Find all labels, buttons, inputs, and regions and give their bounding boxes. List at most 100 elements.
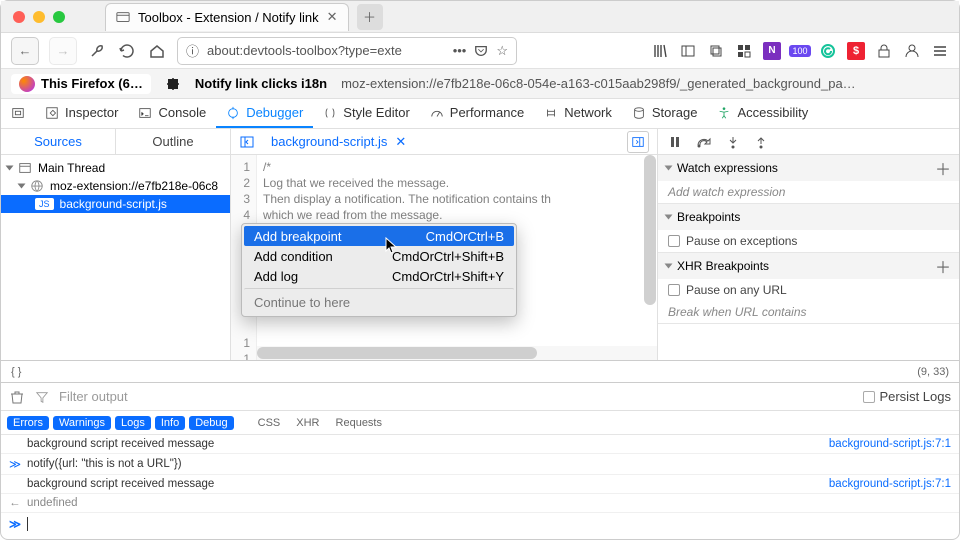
pill-debug[interactable]: Debug (189, 416, 233, 430)
iframe-picker[interactable] (1, 99, 35, 128)
home-button[interactable] (147, 41, 167, 61)
bookmark-star-icon[interactable]: ☆ (496, 43, 508, 59)
firefox-icon (19, 76, 35, 92)
tree-main-thread[interactable]: Main Thread (1, 159, 230, 177)
console-input[interactable]: ≫ (1, 513, 959, 535)
add-watch-button[interactable]: ＋ (935, 156, 951, 180)
ctx-add-breakpoint[interactable]: Add breakpoint CmdOrCtrl+B (244, 226, 514, 246)
add-xhr-breakpoint-button[interactable]: ＋ (935, 254, 951, 278)
window-minimize-button[interactable] (33, 11, 45, 23)
tab-console[interactable]: Console (128, 99, 216, 128)
persist-logs-checkbox[interactable] (863, 391, 875, 403)
url-bar[interactable]: ⓘ about:devtools-toolbox?type=exte ••• ☆ (177, 37, 517, 65)
filter-icon (35, 390, 49, 404)
braces-icon[interactable]: { } (11, 366, 21, 378)
tab-debugger[interactable]: Debugger (216, 99, 313, 128)
outline-tab[interactable]: Outline (116, 129, 230, 154)
chevron-down-icon (665, 264, 673, 269)
url-text: about:devtools-toolbox?type=exte (207, 43, 445, 58)
copy-icon[interactable] (707, 42, 725, 60)
chevron-down-icon (665, 166, 673, 171)
lock-icon[interactable] (875, 42, 893, 60)
filter-input[interactable]: Filter output (59, 389, 128, 404)
console-log-row: background script received message backg… (1, 475, 959, 494)
step-over-button[interactable] (696, 135, 712, 149)
tab-inspector[interactable]: Inspector (35, 99, 128, 128)
toggle-sources-icon[interactable] (239, 134, 255, 150)
pause-on-any-url-checkbox[interactable] (668, 284, 680, 296)
pill-requests[interactable]: Requests (330, 416, 388, 430)
step-out-button[interactable] (754, 135, 768, 149)
tab-storage[interactable]: Storage (622, 99, 708, 128)
tree-origin[interactable]: moz-extension://e7fb218e-06c8 (1, 177, 230, 195)
window-close-button[interactable] (13, 11, 25, 23)
pill-info[interactable]: Info (155, 416, 185, 430)
sources-tab[interactable]: Sources (1, 129, 116, 154)
grammarly-icon[interactable] (819, 42, 837, 60)
pause-resume-button[interactable] (668, 135, 682, 149)
back-button[interactable]: ← (11, 37, 39, 65)
file-tab[interactable]: background-script.js ✕ (265, 132, 412, 152)
pocket-icon[interactable] (474, 44, 488, 58)
tab-close-icon[interactable]: ✕ (327, 9, 338, 25)
tree-file-selected[interactable]: JS background-script.js (1, 195, 230, 213)
info-icon[interactable]: ⓘ (186, 41, 199, 60)
reload-button[interactable] (117, 41, 137, 61)
pill-warnings[interactable]: Warnings (53, 416, 111, 430)
pill-css[interactable]: CSS (252, 416, 287, 430)
this-firefox-pill[interactable]: This Firefox (6… (11, 74, 151, 94)
wrench-icon[interactable] (87, 41, 107, 61)
window-icon (18, 161, 32, 175)
window-maximize-button[interactable] (53, 11, 65, 23)
forward-button[interactable]: → (49, 37, 77, 65)
prompt-icon: ≫ (9, 517, 21, 531)
pause-on-exceptions-checkbox[interactable] (668, 235, 680, 247)
js-badge: JS (35, 198, 54, 210)
console-return-row: ← undefined (1, 494, 959, 513)
xhr-breakpoints-header[interactable]: XHR Breakpoints ＋ (658, 253, 959, 279)
clear-console-button[interactable] (9, 389, 25, 405)
onenote-icon[interactable]: N (763, 42, 781, 60)
tab-accessibility[interactable]: Accessibility (707, 99, 818, 128)
xhr-url-input[interactable]: Break when URL contains (658, 301, 959, 323)
close-file-icon[interactable]: ✕ (395, 134, 406, 150)
ctx-add-log[interactable]: Add log CmdOrCtrl+Shift+Y (244, 266, 514, 286)
text-caret (27, 517, 28, 531)
vertical-scrollbar[interactable] (643, 155, 657, 346)
dollar-icon[interactable]: $ (847, 42, 865, 60)
console-input-row: ≫ notify({url: "this is not a URL"}) (1, 454, 959, 475)
editor-context-menu: Add breakpoint CmdOrCtrl+B Add condition… (241, 223, 517, 317)
badge-100[interactable]: 100 (791, 42, 809, 60)
pill-logs[interactable]: Logs (115, 416, 151, 430)
tab-style-editor[interactable]: Style Editor (313, 99, 419, 128)
globe-icon (30, 179, 44, 193)
account-icon[interactable] (903, 42, 921, 60)
sidebar-icon[interactable] (679, 42, 697, 60)
hamburger-menu-icon[interactable] (931, 42, 949, 60)
grid-icon[interactable] (735, 42, 753, 60)
step-in-button[interactable] (726, 135, 740, 149)
breakpoints-header[interactable]: Breakpoints (658, 204, 959, 230)
new-tab-button[interactable]: ＋ (357, 4, 383, 30)
twisty-icon (18, 184, 26, 189)
persist-logs-label: Persist Logs (879, 389, 951, 404)
horizontal-scrollbar[interactable] (257, 346, 657, 360)
tab-favicon (116, 10, 130, 24)
pill-xhr[interactable]: XHR (290, 416, 325, 430)
toggle-right-panel-icon[interactable] (627, 131, 649, 153)
pill-errors[interactable]: Errors (7, 416, 49, 430)
watch-expressions-header[interactable]: Watch expressions ＋ (658, 155, 959, 181)
watch-placeholder[interactable]: Add watch expression (658, 181, 959, 203)
library-icon[interactable] (651, 42, 669, 60)
browser-tab[interactable]: Toolbox - Extension / Notify link ✕ (105, 3, 349, 31)
source-link[interactable]: background-script.js:7:1 (829, 438, 951, 450)
console-log-row: background script received message backg… (1, 435, 959, 454)
tab-performance[interactable]: Performance (420, 99, 534, 128)
tab-network[interactable]: Network (534, 99, 622, 128)
source-link[interactable]: background-script.js:7:1 (829, 478, 951, 490)
extension-path: moz-extension://e7fb218e-06c8-054e-a163-… (341, 76, 949, 91)
devtools-tabs: Inspector Console Debugger Style Editor … (1, 99, 959, 129)
chevron-down-icon (665, 215, 673, 220)
meatball-icon[interactable]: ••• (453, 43, 467, 58)
ctx-add-condition[interactable]: Add condition CmdOrCtrl+Shift+B (244, 246, 514, 266)
